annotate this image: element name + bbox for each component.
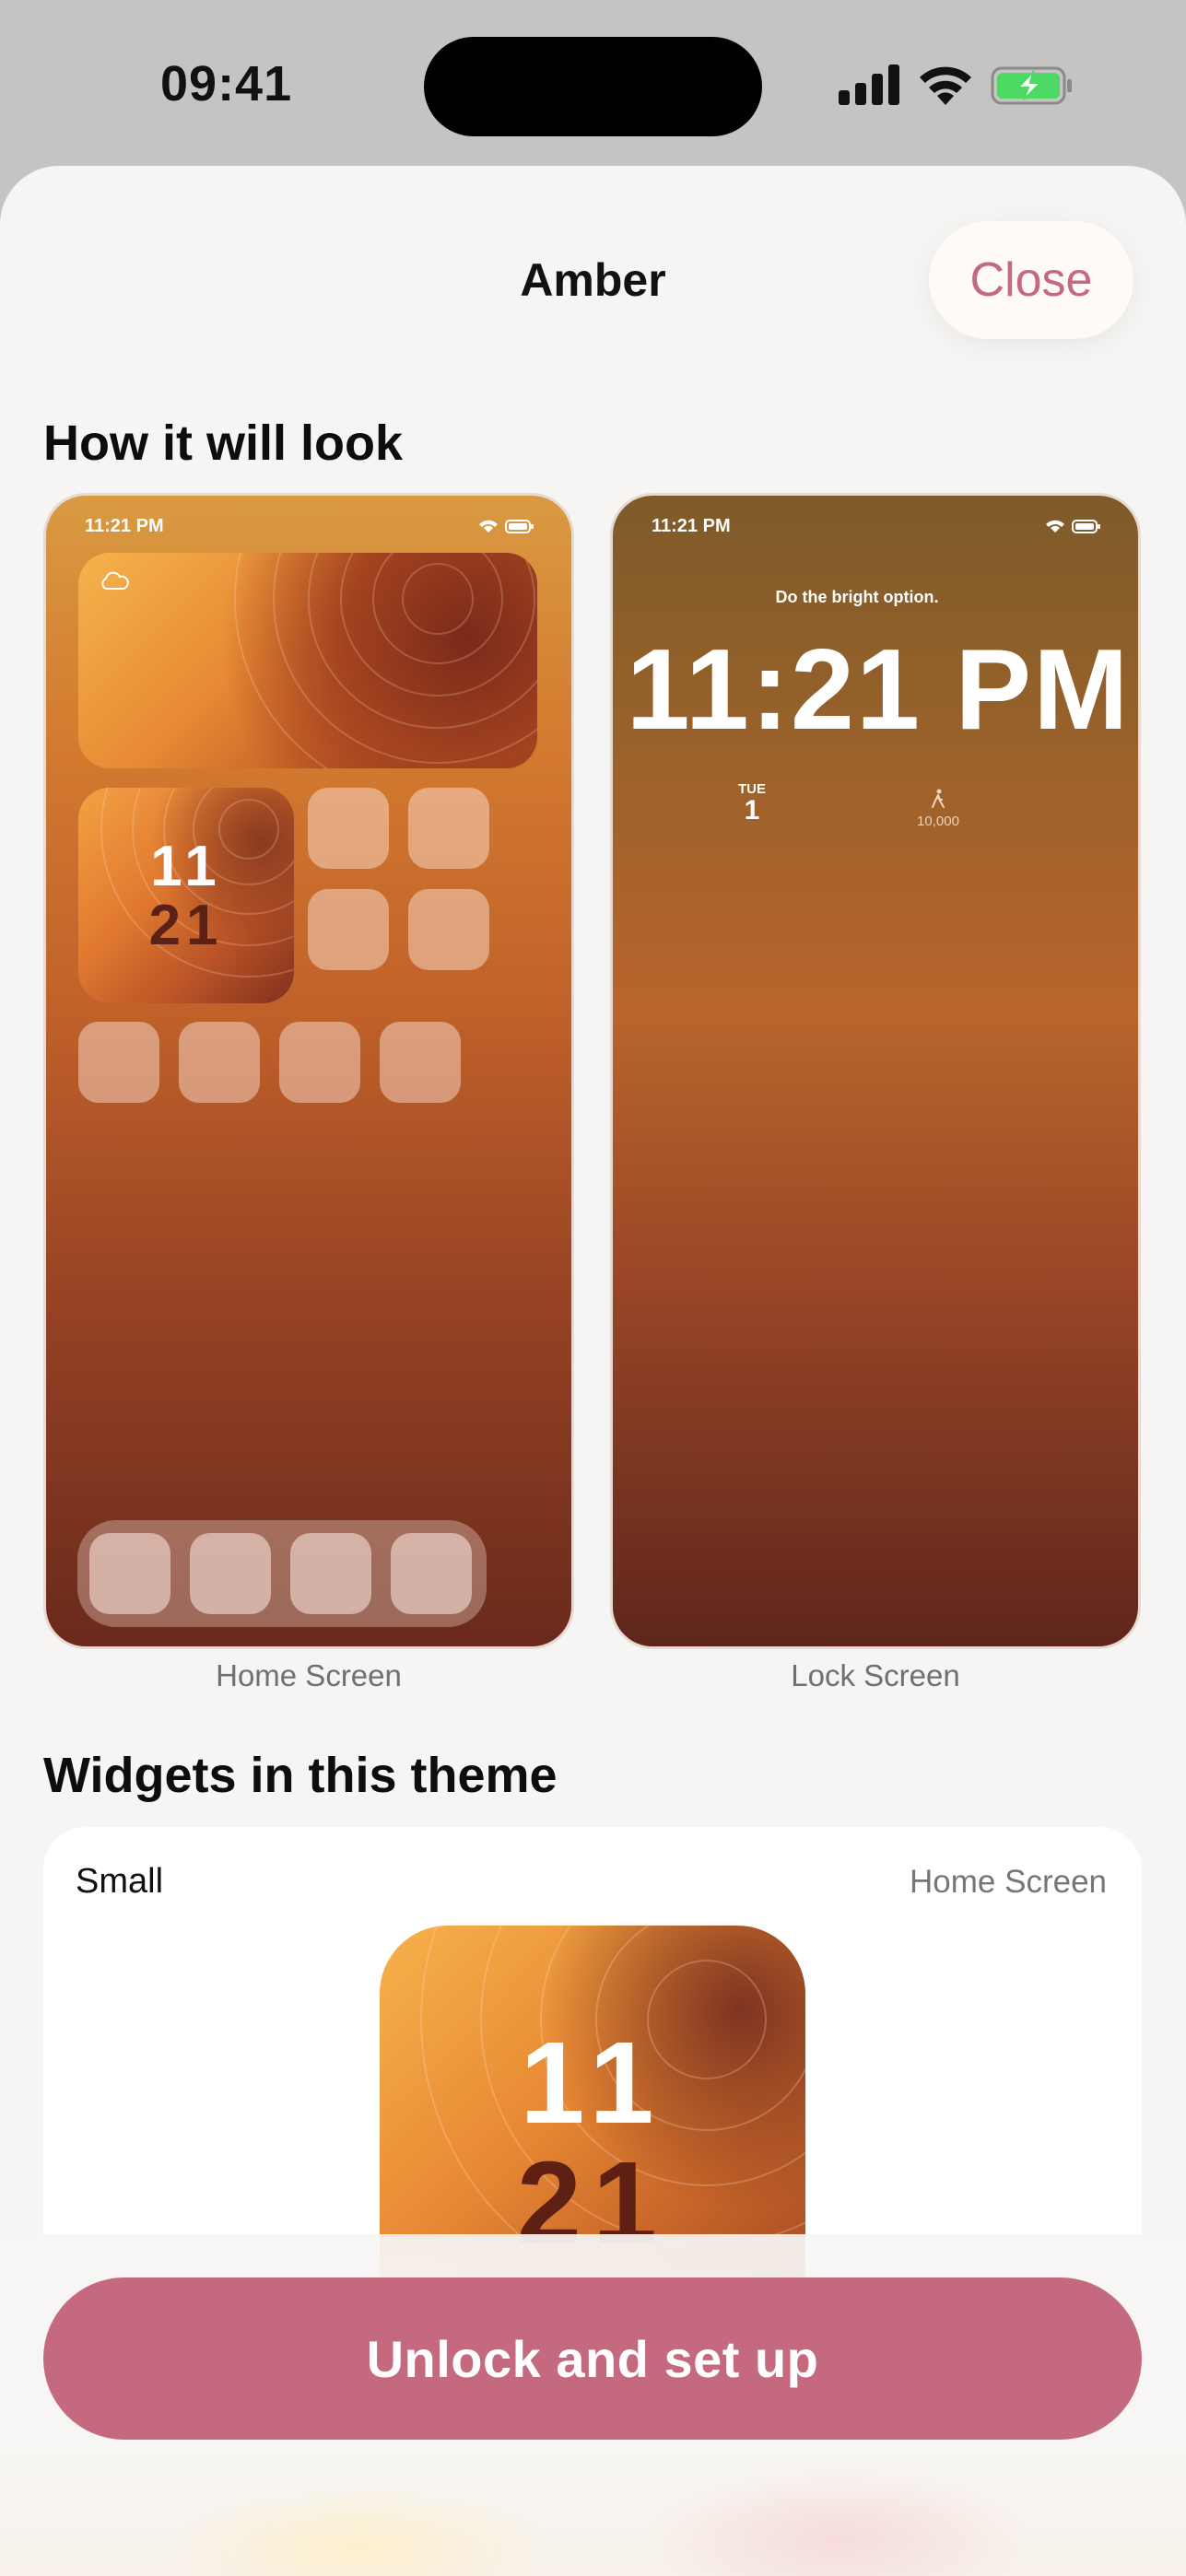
theme-sheet: Amber Close How it will look 11:21 PM 11…: [0, 166, 1186, 2576]
preview-status-time: 11:21 PM: [85, 516, 164, 536]
lock-day-number: 1: [744, 795, 760, 825]
app-icon-placeholder: [308, 788, 389, 869]
clock-minute: 21: [148, 894, 224, 957]
widget-rings-decoration: [234, 553, 537, 768]
weather-widget: [78, 553, 537, 768]
widget-size-label: Small: [76, 1862, 164, 1901]
clock-widget: 11 21: [78, 788, 294, 1003]
app-icon-placeholder: [308, 889, 389, 970]
bottom-action-bar: Unlock and set up: [0, 2234, 1186, 2576]
preview-status-time: 11:21 PM: [652, 516, 731, 536]
lock-screen-preview: 11:21 PM Do the bright option. 11:21 PM …: [610, 493, 1141, 1649]
cellular-signal-icon: [839, 63, 899, 105]
ambient-glow: [645, 2465, 1032, 2576]
preview-status-icons: [1046, 520, 1100, 533]
cloud-icon: [101, 571, 129, 590]
lock-steps-widget: 10,000: [906, 789, 970, 829]
dock-app-placeholder: [391, 1533, 472, 1614]
widget-location-label: Home Screen: [910, 1864, 1107, 1900]
status-icons: [839, 63, 1078, 109]
status-bar: 09:41: [0, 0, 1186, 166]
clock-hour: 11: [150, 835, 222, 898]
app-icon-placeholder: [78, 1022, 159, 1103]
app-icon-placeholder: [380, 1022, 461, 1103]
lock-date-widget: TUE 1: [738, 781, 766, 826]
wifi-icon: [920, 66, 971, 105]
preview-status-icons: [479, 520, 534, 533]
app-icon-placeholder: [179, 1022, 260, 1103]
dynamic-island: [424, 37, 762, 136]
app-icon-placeholder: [408, 889, 489, 970]
widgets-section-title: Widgets in this theme: [43, 1748, 558, 1803]
dock-app-placeholder: [89, 1533, 170, 1614]
clock-hour: 11: [520, 2018, 665, 2148]
app-icon-placeholder: [279, 1022, 360, 1103]
lock-message: Do the bright option.: [775, 588, 939, 606]
battery-charging-icon: [991, 66, 1072, 105]
dock-app-placeholder: [190, 1533, 271, 1614]
close-button[interactable]: Close: [929, 221, 1133, 339]
lock-screen-caption: Lock Screen: [791, 1658, 960, 1692]
status-time: 09:41: [160, 56, 293, 111]
ambient-glow: [166, 2483, 553, 2576]
lock-clock: 11:21 PM: [626, 626, 1131, 754]
home-screen-caption: Home Screen: [216, 1658, 402, 1692]
unlock-setup-button[interactable]: Unlock and set up: [43, 2277, 1142, 2440]
dock-app-placeholder: [290, 1533, 371, 1614]
dock: [77, 1520, 487, 1627]
app-icon-placeholder: [408, 788, 489, 869]
home-screen-preview: 11:21 PM 11 21: [43, 493, 574, 1649]
lock-steps-value: 10,000: [917, 814, 959, 829]
walking-icon: [932, 789, 945, 808]
preview-section-title: How it will look: [43, 416, 403, 471]
